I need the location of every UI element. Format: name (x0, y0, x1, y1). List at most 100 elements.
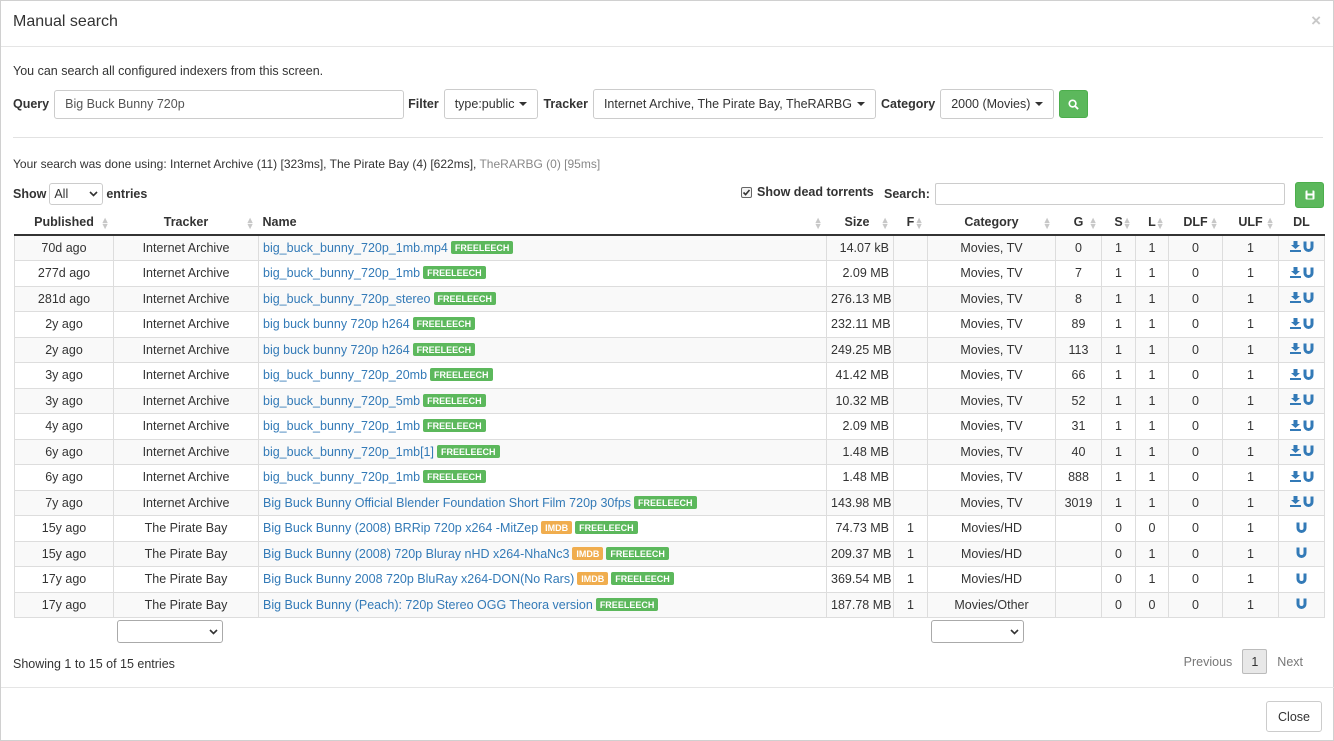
search-button[interactable] (1059, 90, 1089, 118)
release-link[interactable]: big_buck_bunny_720p_1mb.mp4 (263, 241, 448, 255)
magnet-icon[interactable] (1303, 292, 1314, 306)
release-link[interactable]: Big Buck Bunny 2008 720p BluRay x264-DON… (263, 572, 574, 586)
magnet-icon[interactable] (1296, 547, 1307, 561)
ulf-cell: 1 (1222, 489, 1279, 516)
release-link[interactable]: big_buck_bunny_720p_1mb (263, 470, 420, 484)
name-cell: big_buck_bunny_720p_1mb[1] FREELEECH (258, 438, 827, 465)
category-value: 2000 (Movies) (951, 97, 1031, 111)
tracker-cell: Internet Archive (113, 311, 259, 338)
download-icon[interactable] (1289, 470, 1301, 485)
imdb-badge[interactable]: IMDB (577, 572, 609, 586)
release-link[interactable]: big_buck_bunny_720p_1mb[1] (263, 445, 434, 459)
magnet-icon[interactable] (1303, 471, 1314, 485)
leechers-cell: 0 (1135, 515, 1169, 542)
magnet-icon[interactable] (1303, 445, 1314, 459)
magnet-icon[interactable] (1303, 369, 1314, 383)
magnet-icon[interactable] (1303, 267, 1314, 281)
seeders-cell: 1 (1101, 234, 1136, 261)
release-link[interactable]: big_buck_bunny_720p_1mb (263, 419, 420, 433)
release-link[interactable]: big_buck_bunny_720p_stereo (263, 292, 431, 306)
download-icon[interactable] (1289, 266, 1301, 281)
leechers-cell: 1 (1135, 362, 1169, 389)
column-header-tracker[interactable]: Tracker ▲ ▼ (113, 210, 259, 236)
category-dropdown[interactable]: 2000 (Movies) (940, 89, 1055, 119)
download-icon[interactable] (1289, 241, 1301, 255)
previous-button[interactable]: Previous (1174, 655, 1243, 669)
entries-select[interactable]: All (49, 183, 104, 205)
download-icon[interactable] (1289, 496, 1301, 510)
download-icon[interactable] (1289, 368, 1301, 383)
magnet-icon[interactable] (1296, 573, 1307, 587)
column-header-category[interactable]: Category ▲ ▼ (927, 210, 1056, 236)
release-link[interactable]: Big Buck Bunny (2008) BRRip 720p x264 -M… (263, 521, 538, 535)
seeders-cell: 1 (1101, 464, 1136, 491)
magnet-icon[interactable] (1303, 241, 1314, 255)
dlf-cell: 0 (1168, 362, 1223, 389)
release-link[interactable]: big_buck_bunny_720p_5mb (263, 394, 420, 408)
magnet-icon[interactable] (1303, 318, 1314, 332)
magnet-icon[interactable] (1303, 496, 1314, 510)
download-icon[interactable] (1289, 292, 1301, 306)
filter-dropdown[interactable]: type:public (443, 89, 539, 119)
download-icon[interactable] (1289, 394, 1301, 408)
category-label: Category (881, 97, 936, 111)
release-link[interactable]: big buck bunny 720p h264 (263, 343, 410, 357)
column-header-dlf[interactable]: DLF ▲ ▼ (1168, 210, 1223, 236)
next-button[interactable]: Next (1267, 655, 1313, 669)
download-icon[interactable] (1289, 343, 1301, 357)
ulf-cell: 1 (1222, 234, 1279, 261)
magnet-icon[interactable] (1296, 598, 1307, 612)
show-dead-toggle[interactable]: Show dead torrents (741, 185, 874, 199)
save-button[interactable] (1295, 182, 1324, 208)
page-1-button[interactable]: 1 (1242, 649, 1268, 674)
published-cell: 3y ago (14, 362, 114, 389)
query-input[interactable] (54, 89, 405, 119)
table-search-input[interactable] (935, 183, 1285, 205)
column-header-name[interactable]: Name ▲ ▼ (258, 210, 827, 236)
dead-torrents-checkbox[interactable] (741, 186, 752, 198)
published-cell: 277d ago (14, 260, 114, 287)
magnet-icon[interactable] (1303, 343, 1314, 357)
column-header-dl[interactable]: DL (1278, 210, 1325, 236)
tracker-filter-select[interactable] (117, 620, 223, 643)
category-cell: Movies, TV (927, 489, 1056, 516)
column-header-label: ULF (1238, 215, 1263, 229)
imdb-badge[interactable]: IMDB (541, 521, 573, 535)
download-icon[interactable] (1289, 419, 1301, 434)
close-button[interactable]: Close (1266, 701, 1322, 732)
release-link[interactable]: big_buck_bunny_720p_1mb (263, 266, 420, 280)
column-header-g[interactable]: G ▲ ▼ (1055, 210, 1102, 236)
release-link[interactable]: big buck bunny 720p h264 (263, 317, 410, 331)
size-cell: 14.07 kB (826, 234, 894, 261)
sort-icon: ▲ ▼ (880, 215, 890, 231)
tracker-dropdown[interactable]: Internet Archive, The Pirate Bay, TheRAR… (592, 89, 876, 119)
column-header-published[interactable]: Published ▲ ▼ (14, 210, 114, 236)
column-header-f[interactable]: F ▲ ▼ (893, 210, 928, 236)
size-cell: 10.32 MB (826, 387, 894, 414)
column-header-size[interactable]: Size ▲ ▼ (826, 210, 894, 236)
seeders-cell: 0 (1101, 540, 1136, 567)
column-header-l[interactable]: L ▲ ▼ (1135, 210, 1169, 236)
release-link[interactable]: Big Buck Bunny (2008) 720p Bluray nHD x2… (263, 547, 569, 561)
release-link[interactable]: big_buck_bunny_720p_20mb (263, 368, 427, 382)
dlf-cell: 0 (1168, 515, 1223, 542)
column-header-ulf[interactable]: ULF ▲ ▼ (1222, 210, 1279, 236)
category-filter-select[interactable] (931, 620, 1024, 643)
dlf-cell: 0 (1168, 464, 1223, 491)
dl-cell (1278, 540, 1325, 567)
column-header-s[interactable]: S ▲ ▼ (1101, 210, 1136, 236)
release-link[interactable]: Big Buck Bunny Official Blender Foundati… (263, 496, 631, 510)
magnet-icon[interactable] (1303, 420, 1314, 434)
caret-down-icon (519, 102, 528, 106)
magnet-icon[interactable] (1303, 394, 1314, 408)
published-cell: 6y ago (14, 464, 114, 491)
download-icon[interactable] (1289, 445, 1301, 459)
release-link[interactable]: Big Buck Bunny (Peach): 720p Stereo OGG … (263, 598, 593, 612)
category-cell: Movies, TV (927, 464, 1056, 491)
modal-title: Manual search (13, 13, 118, 30)
download-icon[interactable] (1289, 317, 1301, 332)
category-cell: Movies, TV (927, 336, 1056, 363)
close-icon[interactable]: × (1311, 11, 1321, 31)
imdb-badge[interactable]: IMDB (572, 546, 604, 560)
magnet-icon[interactable] (1296, 522, 1307, 536)
